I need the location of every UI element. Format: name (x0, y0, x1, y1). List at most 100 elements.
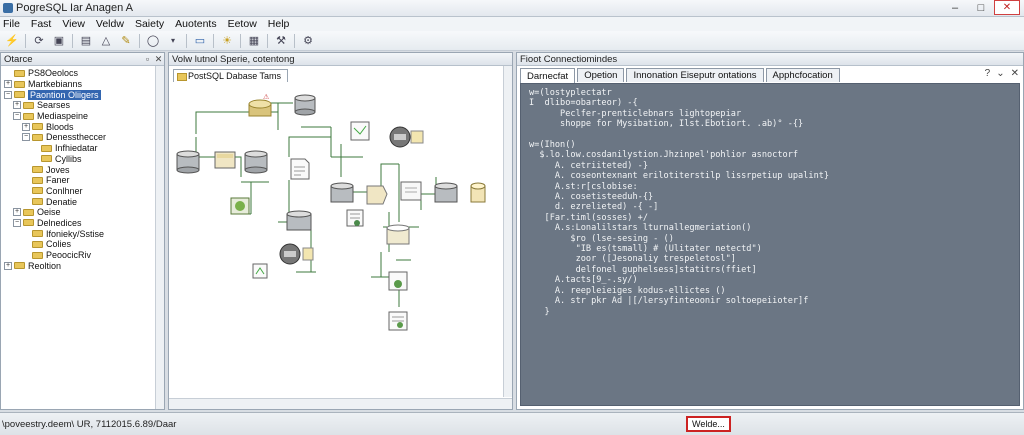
table-node[interactable] (386, 224, 410, 245)
relationship-diagram: ⚠ (176, 93, 486, 331)
expand-icon[interactable]: + (13, 208, 21, 217)
table-node[interactable] (286, 210, 312, 231)
globe-icon[interactable]: ◯ (145, 33, 161, 49)
pencil-icon[interactable]: ✎ (118, 33, 134, 49)
status-badge[interactable]: Welde... (686, 416, 731, 432)
properties-icon[interactable]: ▤ (78, 33, 94, 49)
minimize-button[interactable]: – (942, 0, 968, 15)
expand-icon[interactable]: + (4, 80, 12, 89)
menu-view[interactable]: View (59, 18, 93, 30)
table-node[interactable] (400, 181, 422, 201)
window-controls: – □ ✕ (942, 0, 1024, 16)
table-node[interactable] (294, 94, 316, 116)
tree-item-label: Infhiedatar (55, 143, 98, 154)
folder-icon (32, 123, 43, 131)
menu-tools[interactable]: Veldw (93, 18, 132, 30)
query-icon[interactable]: ▭ (192, 33, 208, 49)
tab-information[interactable]: Innonation Eiseputr ontations (626, 68, 764, 82)
code-line: delfonel guphelsess]statitrs(ffiet] (529, 264, 757, 275)
table-node[interactable] (252, 263, 268, 279)
expand-icon[interactable]: + (4, 261, 12, 270)
pin-icon[interactable]: ▫ (142, 54, 153, 65)
tree-item[interactable]: + Searses (1, 100, 164, 111)
tree-item[interactable]: − Denesstheccer (1, 132, 164, 143)
save-icon[interactable]: ▣ (51, 33, 67, 49)
tree-item[interactable]: Ifonieky/Sstise (1, 228, 164, 239)
table-node[interactable] (434, 182, 458, 203)
menu-edit[interactable]: Fast (28, 18, 59, 30)
collapse-icon[interactable]: − (22, 133, 30, 142)
expand-icon[interactable]: + (22, 122, 30, 131)
folder-icon (32, 166, 43, 174)
tree-item[interactable]: Faner (1, 175, 164, 186)
table-node[interactable] (290, 158, 310, 180)
tab-definition[interactable]: Darnecfat (520, 68, 576, 83)
tree-item[interactable]: + Bloods (1, 121, 164, 132)
menu-window[interactable]: Eetow (225, 18, 265, 30)
table-node[interactable]: ⚠ (248, 93, 272, 117)
maximize-button[interactable]: □ (968, 0, 994, 15)
table-node[interactable] (346, 209, 364, 227)
menu-file[interactable]: File (0, 18, 28, 30)
tree-item[interactable]: Infhiedatar (1, 143, 164, 154)
tree-item[interactable]: − Paontion Oliigers (1, 89, 164, 100)
table-node[interactable] (230, 197, 250, 215)
menu-accounts[interactable]: Auotents (172, 18, 224, 30)
table-node[interactable] (214, 151, 236, 169)
table-node[interactable] (389, 126, 424, 148)
table-node[interactable] (388, 311, 408, 331)
tree-item[interactable]: − Delnedices (1, 218, 164, 229)
plugin-icon[interactable]: ☀ (219, 33, 235, 49)
tree-item-label: Denatie (46, 196, 78, 207)
table-node[interactable] (244, 150, 268, 174)
wand-icon[interactable]: ⚒ (273, 33, 289, 49)
table-node[interactable] (350, 121, 370, 141)
table-node[interactable] (470, 182, 486, 203)
table-node[interactable] (330, 182, 354, 203)
code-line: I dlibo=obarteor) -{ (529, 98, 638, 109)
tree-item[interactable]: PeoocicRiv (1, 250, 164, 261)
collapse-icon[interactable]: − (4, 90, 12, 99)
table-node[interactable] (176, 150, 200, 174)
connect-icon[interactable]: ⚡ (4, 33, 20, 49)
diagram-tab[interactable]: PostSQL Dabase Tams (173, 69, 289, 82)
tab-application[interactable]: Apphcfocation (765, 68, 840, 82)
warning-icon[interactable]: △ (98, 33, 114, 49)
close-button[interactable]: ✕ (994, 0, 1020, 15)
tree-item[interactable]: + Martkebianns (1, 79, 164, 90)
panel-close-icon[interactable]: ✕ (1011, 68, 1019, 79)
menu-safety[interactable]: Saiety (132, 18, 172, 30)
tree-item[interactable]: Conlhner (1, 186, 164, 197)
tree-item[interactable]: + Oeise (1, 207, 164, 218)
diagram-horizontal-scrollbar[interactable] (169, 398, 512, 409)
settings-icon[interactable]: ⚙ (300, 33, 316, 49)
table-node[interactable] (366, 185, 388, 205)
collapse-icon[interactable]: − (13, 218, 21, 227)
refresh-icon[interactable]: ⟳ (31, 33, 47, 49)
folder-icon (23, 219, 34, 227)
tree-item[interactable]: PS8Oeolocs (1, 68, 164, 79)
table-node[interactable] (279, 243, 314, 265)
tree-item-label: Reoltion (28, 260, 62, 271)
diagram-vertical-scrollbar[interactable] (503, 66, 512, 397)
tree-item[interactable]: Denatie (1, 196, 164, 207)
dropdown-icon[interactable]: ▾ (165, 33, 181, 49)
toolbar-separator (213, 33, 214, 48)
chevron-down-icon[interactable]: ⌄ (996, 68, 1004, 79)
expand-icon[interactable]: + (13, 101, 21, 110)
menu-help[interactable]: Help (265, 18, 298, 30)
collapse-icon[interactable]: − (13, 112, 21, 121)
tree-item[interactable]: − Mediaspeine (1, 111, 164, 122)
tree-item[interactable]: + Reoltion (1, 260, 164, 271)
folder-icon (14, 80, 25, 88)
tree-item[interactable]: Cyllibs (1, 154, 164, 165)
help-icon[interactable]: ? (985, 68, 991, 79)
panel-close-icon[interactable]: ✕ (153, 54, 164, 65)
sql-editor[interactable]: w=(lostyplectatr I dlibo=obarteor) -{ Pec… (520, 83, 1020, 406)
table-node[interactable] (388, 271, 408, 291)
tree-item[interactable]: Joves (1, 164, 164, 175)
tree-scrollbar[interactable] (155, 66, 164, 409)
tree-item[interactable]: Colies (1, 239, 164, 250)
grid-icon[interactable]: ▦ (246, 33, 262, 49)
tab-options[interactable]: Opetion (577, 68, 625, 82)
